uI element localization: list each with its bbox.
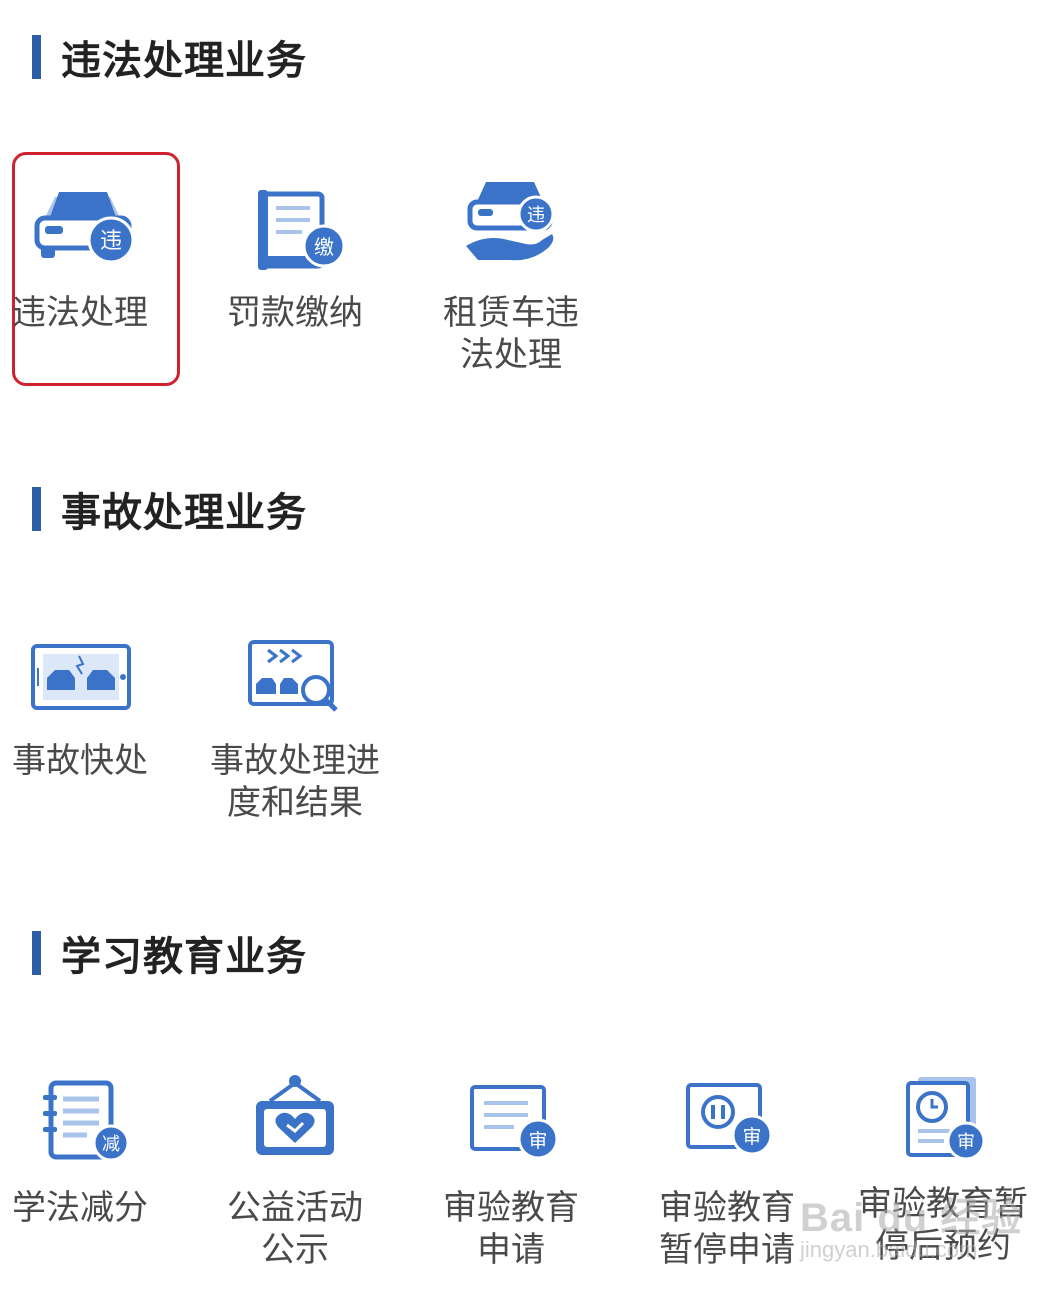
- section-header-accident: 事故处理业务: [32, 484, 307, 536]
- svg-text:缴: 缴: [314, 235, 334, 259]
- heart-board-icon: [200, 1075, 390, 1185]
- tile-label: 事故处理进 度和结果: [210, 741, 380, 823]
- document-pay-icon: 缴: [200, 180, 390, 290]
- section-accent-bar: [32, 35, 41, 79]
- review-document-icon: 审: [416, 1075, 606, 1185]
- section-title: 学习教育业务: [61, 934, 307, 980]
- svg-text:审: 审: [528, 1130, 547, 1152]
- svg-text:违: 违: [100, 229, 122, 254]
- section-accent-bar: [32, 931, 41, 975]
- svg-text:违: 违: [527, 205, 545, 226]
- tile-label: 租赁车违 法处理: [443, 293, 579, 375]
- section-accent-bar: [32, 487, 41, 531]
- rental-car-hand-icon: 违: [416, 180, 606, 290]
- tile-label: 公益活动 公示: [227, 1188, 363, 1270]
- pause-document-icon: 审: [632, 1075, 822, 1185]
- notebook-icon: 减: [0, 1075, 175, 1185]
- section-header-violation: 违法处理业务: [32, 32, 307, 84]
- section-header-education: 学习教育业务: [32, 928, 307, 980]
- tile-label: 罚款缴纳: [227, 293, 363, 333]
- tile-label: 事故快处: [12, 741, 148, 781]
- section-title: 违法处理业务: [61, 38, 307, 84]
- accident-search-icon: [200, 628, 390, 738]
- svg-text:减: 减: [102, 1134, 120, 1155]
- svg-text:审: 审: [742, 1126, 761, 1148]
- tile-label: 学法减分: [12, 1188, 148, 1228]
- clock-document-icon: 审: [848, 1075, 1038, 1185]
- svg-text:审: 审: [957, 1132, 975, 1153]
- car-collision-phone-icon: [0, 628, 175, 738]
- section-title: 事故处理业务: [61, 490, 307, 536]
- tile-label: 审验教育暂 停后预约: [858, 1184, 1028, 1266]
- car-violation-icon: 违: [0, 180, 175, 290]
- tile-label: 审验教育 申请: [443, 1188, 579, 1270]
- tile-label: 违法处理: [12, 293, 148, 333]
- tile-label: 审验教育 暂停申请: [659, 1188, 795, 1270]
